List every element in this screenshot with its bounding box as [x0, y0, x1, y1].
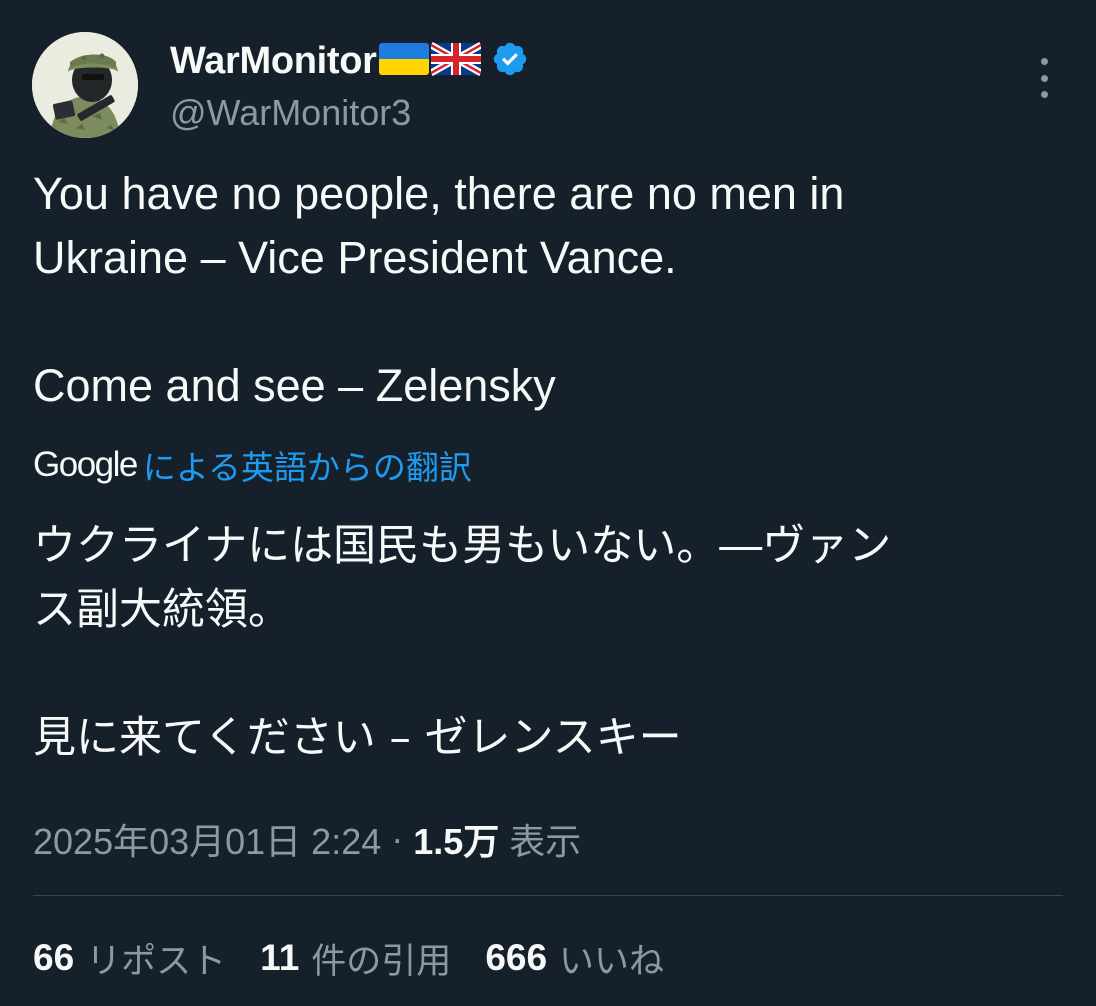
verified-badge-icon[interactable]	[491, 40, 529, 82]
views-count: 1.5万	[413, 821, 500, 862]
tweet-text: You have no people, there are no men in …	[33, 168, 845, 411]
tweet-card: WarMonitor @WarMonitor3 You have no peop…	[0, 0, 1096, 1006]
timestamp[interactable]: 2025年03月01日 2:24	[33, 813, 381, 865]
likes-count: 666	[485, 937, 548, 978]
more-dot	[1040, 91, 1048, 98]
translation-attribution: Google による英語からの翻訳	[33, 440, 472, 490]
engagement-stats: 66 リポスト 11 件の引用 666 いいね	[33, 930, 698, 986]
tweet-header: WarMonitor @WarMonitor3	[32, 30, 1072, 140]
display-name[interactable]: WarMonitor	[170, 40, 377, 83]
reposts-label: リポスト	[86, 941, 227, 982]
reposts-count: 66	[33, 937, 75, 978]
quotes-stat[interactable]: 11 件の引用	[260, 933, 451, 984]
more-dot	[1040, 58, 1048, 65]
display-name-row[interactable]: WarMonitor	[170, 36, 529, 86]
user-names: WarMonitor @WarMonitor3	[170, 36, 529, 134]
more-dot	[1040, 74, 1048, 82]
reposts-stat[interactable]: 66 リポスト	[33, 933, 226, 984]
translation-link[interactable]: による英語からの翻訳	[143, 441, 472, 489]
likes-label: いいね	[559, 941, 665, 982]
quotes-label: 件の引用	[311, 941, 452, 982]
google-logo: Google	[33, 445, 138, 484]
uk-flag-icon	[428, 41, 483, 81]
ukraine-flag-icon	[378, 41, 429, 81]
user-handle[interactable]: @WarMonitor3	[170, 92, 529, 134]
translated-text: ウクライナには国民も男もいない。―ヴァン ス副大統領。 見に来てください – ゼ…	[33, 521, 892, 763]
avatar-soldier-icon	[32, 32, 138, 138]
views-label: 表示	[509, 821, 582, 862]
more-options-icon[interactable]	[1032, 58, 1056, 98]
quotes-count: 11	[260, 937, 300, 978]
avatar[interactable]	[32, 32, 138, 138]
tweet-meta: 2025年03月01日 2:24 · 1.5万 表示	[33, 812, 581, 866]
likes-stat[interactable]: 666 いいね	[485, 933, 664, 984]
meta-separator: ·	[391, 818, 404, 859]
divider	[33, 895, 1063, 896]
